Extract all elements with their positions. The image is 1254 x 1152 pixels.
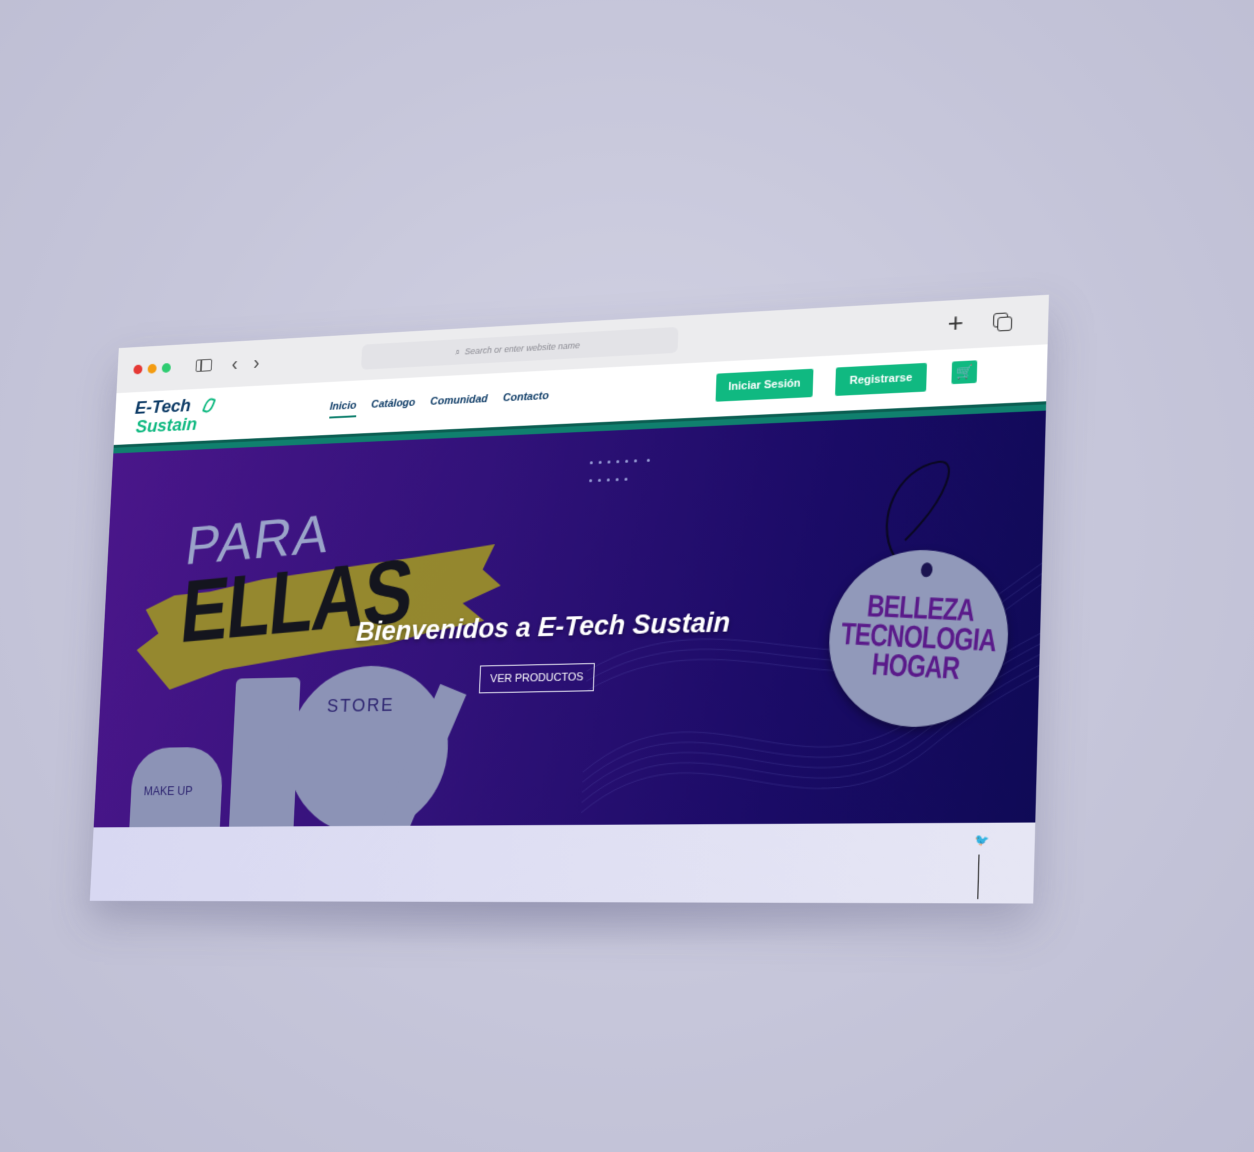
forward-icon[interactable]: › xyxy=(253,351,260,374)
site-logo[interactable]: E-Tech Sustain xyxy=(134,396,216,438)
cart-icon[interactable]: 🛒 xyxy=(951,360,978,385)
nav-catalogo[interactable]: Catálogo xyxy=(371,397,416,417)
tag-hole xyxy=(920,562,934,578)
store-label: STORE xyxy=(326,694,395,716)
address-placeholder: Search or enter website name xyxy=(464,340,581,357)
footer-divider xyxy=(977,854,980,900)
maximize-window-button[interactable] xyxy=(161,362,172,373)
makeup-label: MAKE UP xyxy=(143,784,193,799)
minimize-window-button[interactable] xyxy=(147,363,157,374)
sidebar-toggle-icon[interactable] xyxy=(195,358,213,373)
mockup-stage: ‹ › ⌕ Search or enter website name + E-T… xyxy=(0,0,1254,1152)
address-bar[interactable]: ⌕ Search or enter website name xyxy=(361,326,679,370)
decorative-dots xyxy=(586,450,656,489)
new-tab-icon[interactable]: + xyxy=(947,307,964,339)
nav-contacto[interactable]: Contacto xyxy=(503,390,549,410)
twitter-icon[interactable]: 🐦 xyxy=(974,833,989,847)
back-icon[interactable]: ‹ xyxy=(231,353,238,376)
nav-comunidad[interactable]: Comunidad xyxy=(430,393,488,413)
logo-line-2: Sustain xyxy=(135,414,198,438)
nav-inicio[interactable]: Inicio xyxy=(329,399,357,419)
view-products-button[interactable]: VER PRODUCTOS xyxy=(478,662,595,694)
page-footer: 🐦 xyxy=(89,822,1036,904)
login-button[interactable]: Iniciar Sesión xyxy=(715,368,814,402)
browser-window: ‹ › ⌕ Search or enter website name + E-T… xyxy=(89,294,1049,904)
hero-banner: PARA ELLAS STORE MAKE UP Bienvenidos a E… xyxy=(93,410,1046,828)
leaf-icon xyxy=(202,396,216,415)
register-button[interactable]: Registrarse xyxy=(835,362,927,396)
tag-string xyxy=(863,456,960,563)
tab-overview-icon[interactable] xyxy=(992,312,1013,332)
search-icon: ⌕ xyxy=(455,346,461,357)
close-window-button[interactable] xyxy=(133,364,143,375)
tag-line-hogar: HOGAR xyxy=(869,647,961,687)
main-nav: Inicio Catálogo Comunidad Contacto xyxy=(329,390,549,419)
makeup-store-illustration: STORE MAKE UP xyxy=(128,664,471,828)
